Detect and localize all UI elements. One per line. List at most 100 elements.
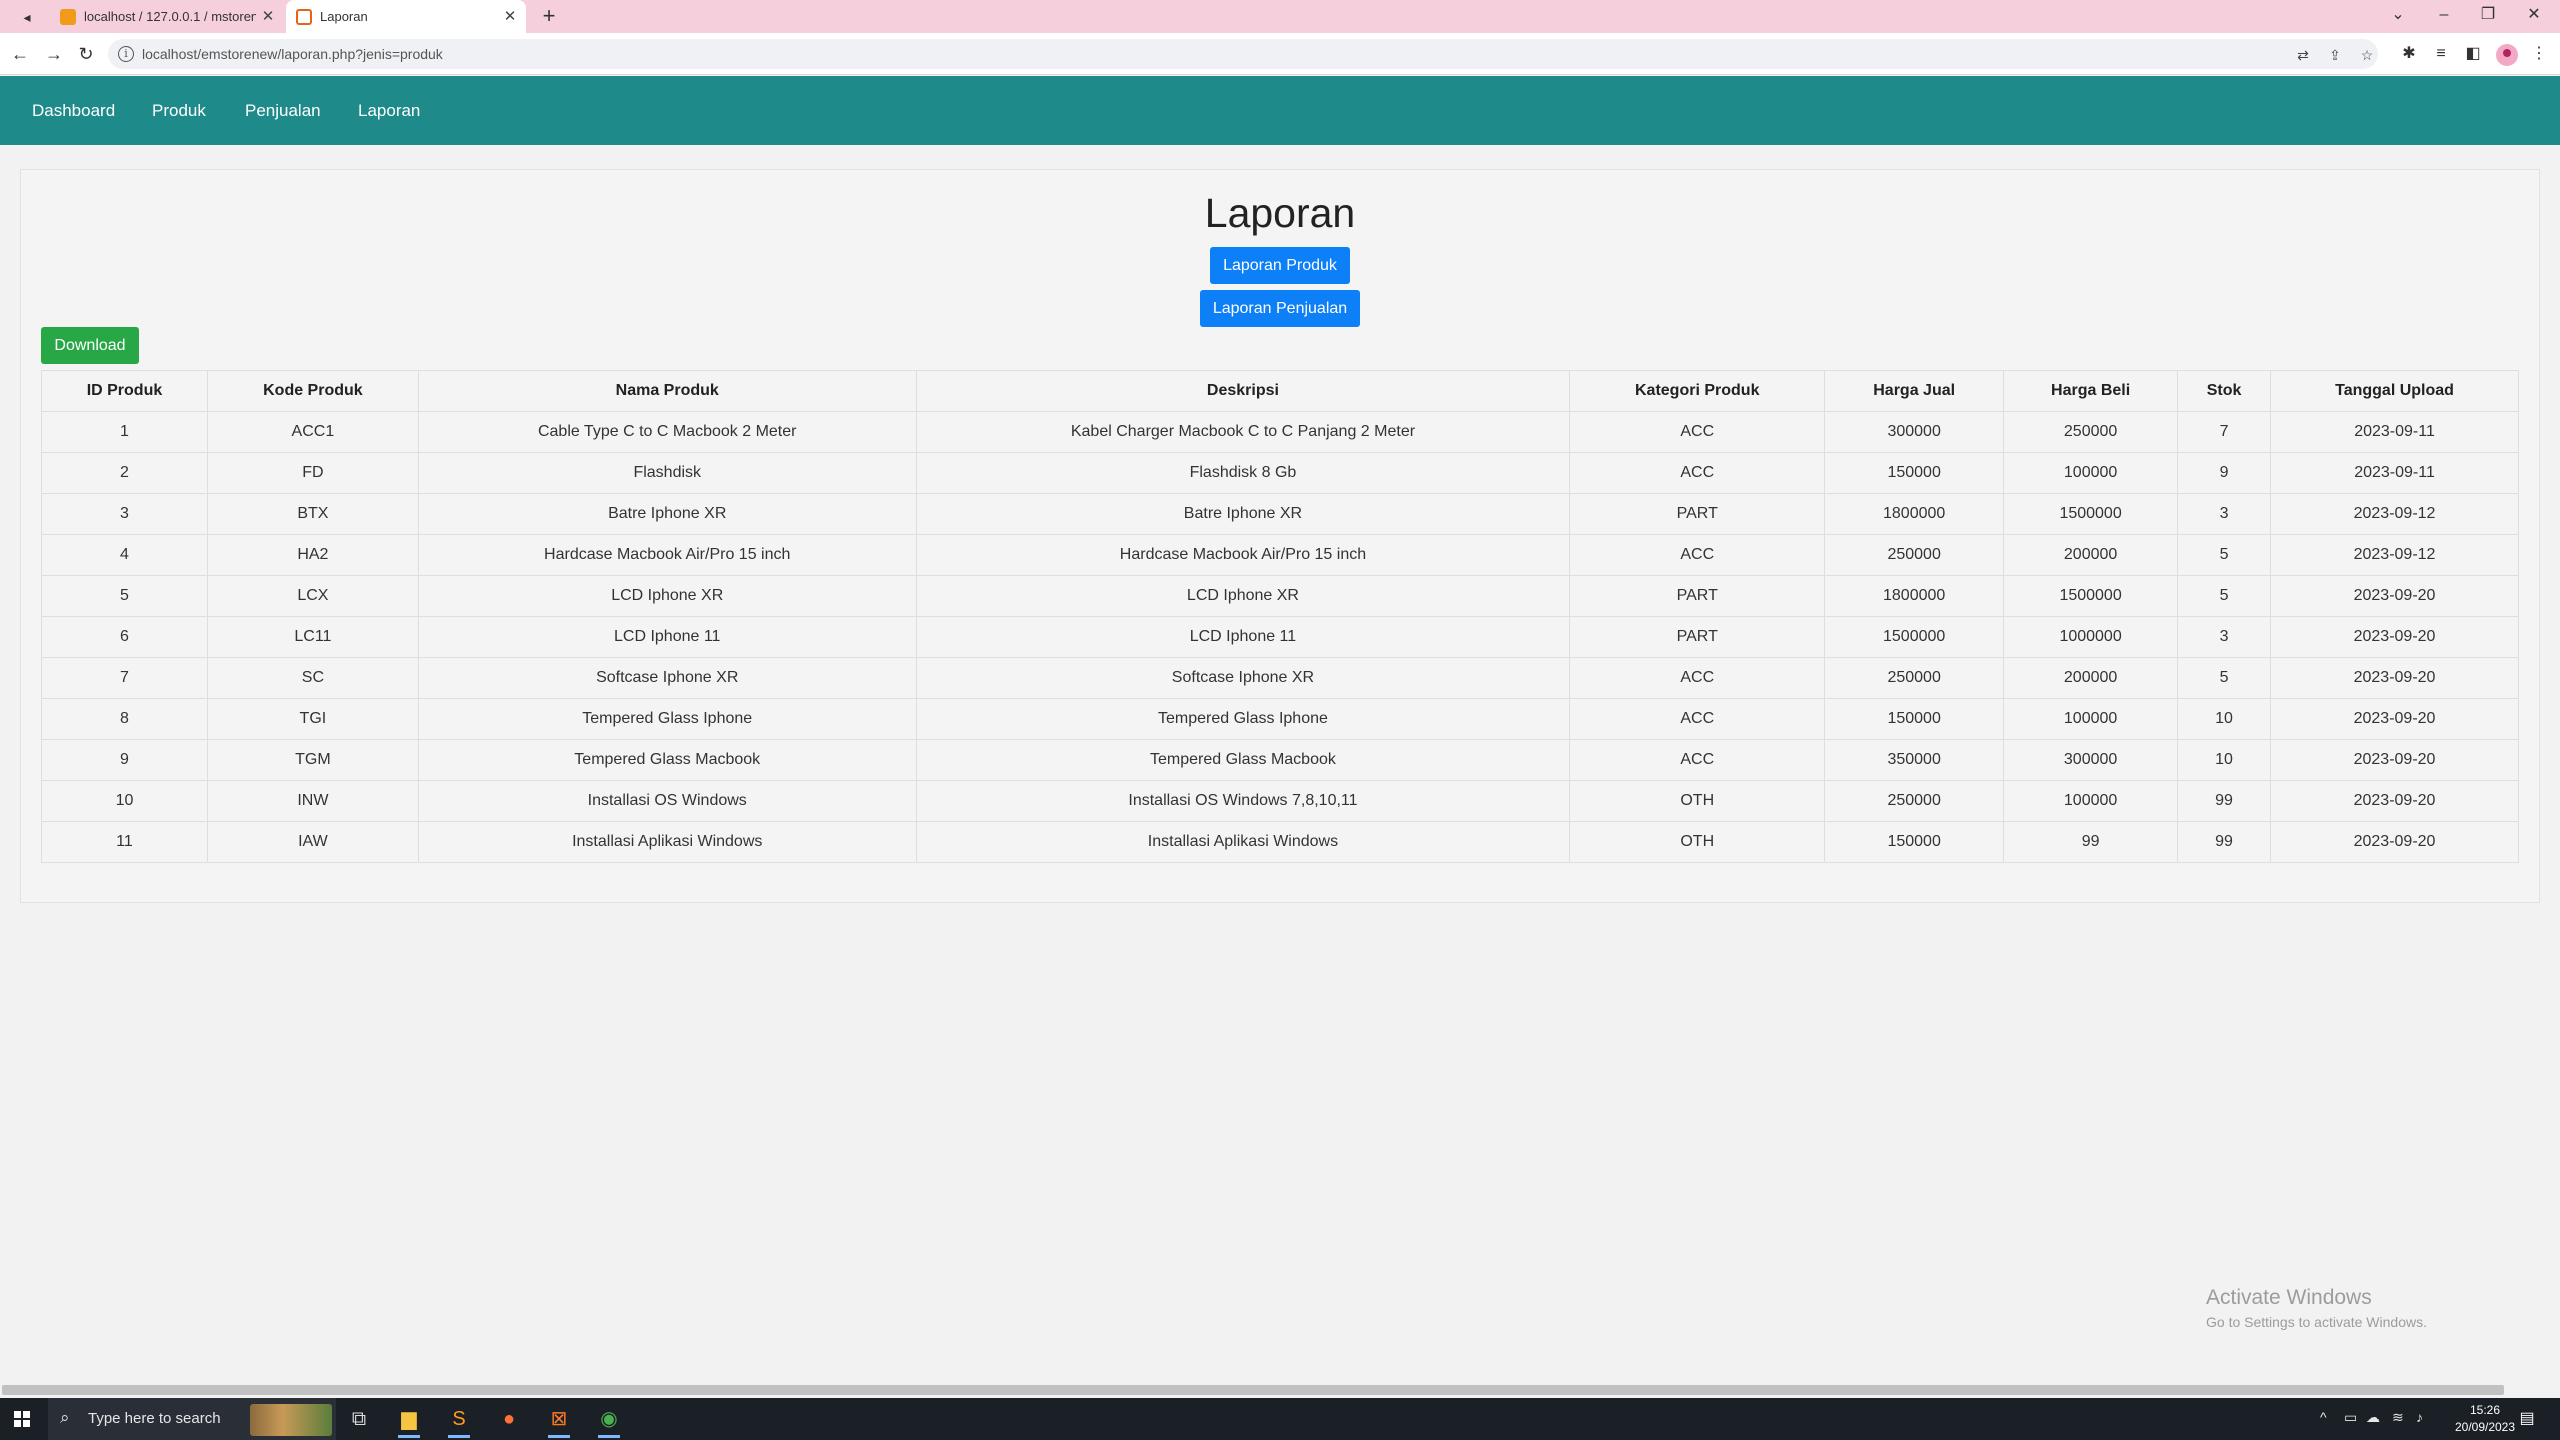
col-header-deskripsi: Deskripsi bbox=[915, 370, 1571, 412]
minimize-icon[interactable]: – bbox=[2424, 0, 2464, 33]
forward-arrow-icon[interactable]: → bbox=[42, 42, 66, 66]
horizontal-scrollbar[interactable] bbox=[0, 1382, 2560, 1398]
cell-id-produk: 2 bbox=[41, 452, 208, 494]
cell-id-produk: 11 bbox=[41, 821, 208, 863]
cell-id-produk: 8 bbox=[41, 698, 208, 740]
cell-tanggal-upload: 2023-09-20 bbox=[2270, 780, 2519, 822]
search-icon: ⌕ bbox=[60, 1408, 70, 1427]
col-header-nama-produk: Nama Produk bbox=[417, 370, 917, 412]
cell-id-produk: 9 bbox=[41, 739, 208, 781]
volume-speaker-icon[interactable]: ♪ bbox=[2416, 1409, 2423, 1425]
taskbar-search-box[interactable]: ⌕ Type here to search bbox=[48, 1398, 336, 1440]
cell-kode-produk: LC11 bbox=[206, 616, 419, 658]
cell-harga-jual: 1800000 bbox=[1824, 575, 2005, 617]
close-icon[interactable]: ✕ bbox=[502, 0, 518, 33]
report-card: Laporan Laporan Produk Laporan Penjualan… bbox=[20, 169, 2540, 903]
network-wifi-icon[interactable]: ≋ bbox=[2392, 1409, 2404, 1426]
main-navbar: Dashboard Produk Penjualan Laporan bbox=[0, 76, 2560, 145]
xampp-icon[interactable]: ⊠ bbox=[544, 1404, 574, 1438]
address-bar[interactable]: i localhost/emstorenew/laporan.php?jenis… bbox=[108, 39, 2378, 69]
tray-device-icon[interactable]: ▭ bbox=[2344, 1409, 2357, 1426]
task-view-icon[interactable]: ⧉ bbox=[344, 1404, 374, 1434]
share-icon[interactable]: ⇪ bbox=[2326, 46, 2344, 64]
restore-icon[interactable]: ❐ bbox=[2468, 0, 2508, 33]
address-url[interactable]: localhost/emstorenew/laporan.php?jenis=p… bbox=[142, 39, 443, 69]
cell-id-produk: 7 bbox=[41, 657, 208, 699]
chrome-icon[interactable]: ◉ bbox=[594, 1404, 624, 1438]
onedrive-cloud-icon[interactable]: ☁ bbox=[2366, 1409, 2380, 1426]
tab-title: localhost / 127.0.0.1 / mstorene bbox=[84, 9, 256, 24]
activate-windows-title: Activate Windows bbox=[2206, 1286, 2372, 1309]
tray-chevron-up-icon[interactable]: ^ bbox=[2320, 1409, 2327, 1425]
cell-kategori-produk: PART bbox=[1569, 575, 1826, 617]
back-arrow-icon[interactable]: ← bbox=[8, 42, 32, 66]
cell-stok: 5 bbox=[2177, 657, 2272, 699]
table-row: 11 IAW Installasi Aplikasi Windows Insta… bbox=[41, 821, 2519, 863]
cell-id-produk: 5 bbox=[41, 575, 208, 617]
cell-nama-produk: Softcase Iphone XR bbox=[417, 657, 917, 699]
cell-harga-jual: 1800000 bbox=[1824, 493, 2005, 535]
cell-id-produk: 6 bbox=[41, 616, 208, 658]
search-highlight-image[interactable] bbox=[250, 1404, 332, 1436]
cell-kode-produk: HA2 bbox=[206, 534, 419, 576]
windows-start-icon[interactable] bbox=[14, 1411, 30, 1427]
cell-harga-beli: 1500000 bbox=[2003, 575, 2179, 617]
cell-deskripsi: Installasi OS Windows 7,8,10,11 bbox=[915, 780, 1571, 822]
cell-kode-produk: INW bbox=[206, 780, 419, 822]
nav-link-produk[interactable]: Produk bbox=[152, 76, 206, 145]
activate-windows-subtitle: Go to Settings to activate Windows. bbox=[2206, 1314, 2427, 1330]
page-title: Laporan bbox=[1204, 190, 1356, 236]
new-tab-plus-icon[interactable]: + bbox=[538, 5, 560, 27]
cell-kode-produk: ACC1 bbox=[206, 411, 419, 453]
cell-id-produk: 3 bbox=[41, 493, 208, 535]
reading-list-icon[interactable]: ≡ bbox=[2430, 43, 2452, 65]
laporan-produk-button[interactable]: Laporan Produk bbox=[1210, 247, 1350, 284]
table-row: 3 BTX Batre Iphone XR Batre Iphone XR PA… bbox=[41, 493, 2519, 535]
cell-deskripsi: Hardcase Macbook Air/Pro 15 inch bbox=[915, 534, 1571, 576]
cell-harga-jual: 250000 bbox=[1824, 534, 2005, 576]
table-row: 4 HA2 Hardcase Macbook Air/Pro 15 inch H… bbox=[41, 534, 2519, 576]
cell-harga-beli: 1500000 bbox=[2003, 493, 2179, 535]
cell-kode-produk: BTX bbox=[206, 493, 419, 535]
translate-icon[interactable]: ⇄ bbox=[2294, 46, 2312, 64]
table-row: 8 TGI Tempered Glass Iphone Tempered Gla… bbox=[41, 698, 2519, 740]
col-header-harga-beli: Harga Beli bbox=[2003, 370, 2179, 412]
cell-stok: 5 bbox=[2177, 575, 2272, 617]
nav-link-laporan[interactable]: Laporan bbox=[358, 76, 420, 145]
browser-menu-icon[interactable]: ⋮ bbox=[2528, 43, 2550, 65]
cell-id-produk: 10 bbox=[41, 780, 208, 822]
notification-center-icon[interactable]: ▤ bbox=[2516, 1408, 2538, 1430]
browser-tab-phpmyadmin[interactable]: localhost / 127.0.0.1 / mstorene ✕ bbox=[50, 0, 284, 33]
cell-stok: 3 bbox=[2177, 616, 2272, 658]
cell-stok: 99 bbox=[2177, 821, 2272, 863]
nav-link-penjualan[interactable]: Penjualan bbox=[245, 76, 321, 145]
download-button[interactable]: Download bbox=[41, 327, 139, 364]
laporan-penjualan-button[interactable]: Laporan Penjualan bbox=[1200, 290, 1360, 327]
sublime-text-icon[interactable]: S bbox=[444, 1404, 474, 1438]
cell-stok: 7 bbox=[2177, 411, 2272, 453]
scrollbar-thumb[interactable] bbox=[2, 1385, 2504, 1395]
firefox-icon[interactable]: ● bbox=[494, 1404, 524, 1434]
cell-tanggal-upload: 2023-09-20 bbox=[2270, 657, 2519, 699]
cell-kategori-produk: OTH bbox=[1569, 780, 1826, 822]
tab-list-chevron-icon[interactable]: ⌄ bbox=[2378, 0, 2418, 33]
tab-search-icon[interactable]: ◂ bbox=[16, 7, 38, 27]
file-explorer-icon[interactable]: ▆ bbox=[394, 1404, 424, 1438]
taskbar-search-placeholder[interactable]: Type here to search bbox=[88, 1398, 221, 1440]
bookmark-star-icon[interactable]: ☆ bbox=[2358, 46, 2376, 64]
cell-stok: 10 bbox=[2177, 698, 2272, 740]
reload-icon[interactable]: ↻ bbox=[74, 42, 98, 66]
browser-toolbar: ← → ↻ i localhost/emstorenew/laporan.php… bbox=[0, 33, 2560, 75]
window-close-icon[interactable]: ✕ bbox=[2514, 0, 2554, 33]
nav-link-dashboard[interactable]: Dashboard bbox=[32, 76, 115, 145]
extensions-puzzle-icon[interactable]: ✱ bbox=[2398, 43, 2420, 65]
side-panel-icon[interactable]: ◧ bbox=[2462, 43, 2484, 65]
browser-tab-laporan[interactable]: Laporan ✕ bbox=[286, 0, 526, 33]
cell-harga-beli: 100000 bbox=[2003, 452, 2179, 494]
cell-harga-jual: 350000 bbox=[1824, 739, 2005, 781]
cell-kode-produk: TGM bbox=[206, 739, 419, 781]
profile-avatar-icon[interactable] bbox=[2496, 44, 2518, 66]
close-icon[interactable]: ✕ bbox=[260, 0, 276, 33]
site-info-icon[interactable]: i bbox=[118, 46, 134, 62]
table-row: 1 ACC1 Cable Type C to C Macbook 2 Meter… bbox=[41, 411, 2519, 453]
